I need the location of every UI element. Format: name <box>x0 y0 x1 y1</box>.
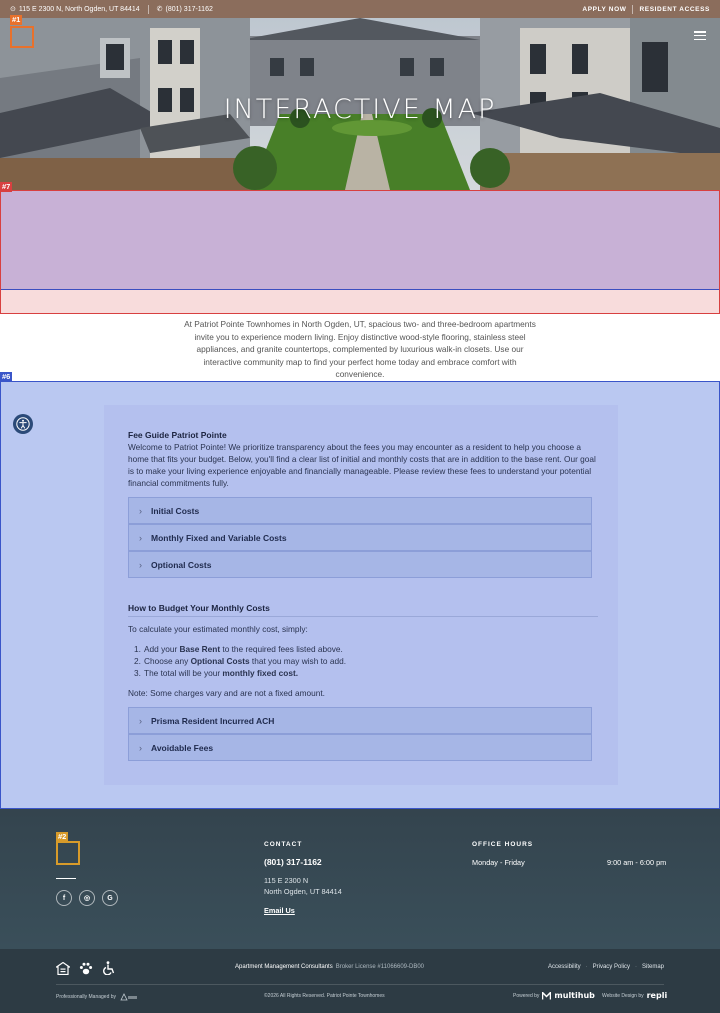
fee-guide-description: Welcome to Patriot Pointe! We prioritize… <box>128 442 596 488</box>
contact-heading: CONTACT <box>264 841 303 848</box>
chevron-right-icon: › <box>139 559 142 570</box>
phone-link[interactable]: ✆ (801) 317-1162 <box>157 5 213 13</box>
accessibility-icon <box>16 417 30 431</box>
sub-footer: Apartment Management Consultants Broker L… <box>0 949 720 1013</box>
accordion-monthly-costs[interactable]: › Monthly Fixed and Variable Costs <box>128 524 592 551</box>
intro-paragraph: At Patriot Pointe Townhomes in North Ogd… <box>184 319 536 380</box>
divider <box>632 4 634 14</box>
chevron-right-icon: › <box>139 505 142 516</box>
footer: f ◎ G CONTACT (801) 317-1162 115 E 2300 … <box>0 809 720 949</box>
list-item: 2. Choose any Optional Costs that you may… <box>134 656 346 666</box>
powered-by[interactable]: Powered by multihub <box>513 991 595 1000</box>
tag-badge-7: #7 <box>0 182 13 192</box>
hero-banner: INTERACTIVE MAP <box>0 18 720 190</box>
accessibility-link[interactable]: Accessibility <box>548 964 581 970</box>
logo[interactable] <box>10 26 34 48</box>
accordion-optional-costs[interactable]: › Optional Costs <box>128 551 592 578</box>
budget-steps: 1. Add your Base Rent to the required fee… <box>134 643 346 679</box>
legal-links: Accessibility · Privacy Policy · Sitemap <box>548 964 664 970</box>
chevron-right-icon: › <box>139 532 142 543</box>
facebook-icon[interactable]: f <box>56 890 72 906</box>
email-us-link[interactable]: Email Us <box>264 906 295 915</box>
divider <box>56 878 76 879</box>
separator: · <box>585 964 588 970</box>
tag-badge-1: #1 <box>10 15 23 25</box>
apply-now-link[interactable]: APPLY NOW <box>582 6 626 13</box>
map-controls-strip[interactable] <box>0 289 720 314</box>
budget-heading: How to Budget Your Monthly Costs <box>128 603 598 617</box>
phone-icon: ✆ <box>156 6 163 13</box>
accordion-prisma-ach[interactable]: › Prisma Resident Incurred ACH <box>128 707 592 734</box>
interactive-map[interactable] <box>0 190 720 289</box>
accessibility-button[interactable] <box>13 414 33 434</box>
page-title: INTERACTIVE MAP <box>223 94 497 125</box>
accordion-avoidable-fees[interactable]: › Avoidable Fees <box>128 734 592 761</box>
divider <box>147 4 149 14</box>
compliance-icons <box>56 961 116 975</box>
wheelchair-accessible-icon <box>103 961 115 975</box>
footer-address[interactable]: 115 E 2300 N North Ogden, UT 84414 <box>264 875 342 897</box>
privacy-policy-link[interactable]: Privacy Policy <box>593 964 630 970</box>
map-pin-icon: ⊙ <box>10 6 16 13</box>
tag-badge-6: #6 <box>0 372 13 382</box>
divider <box>56 984 664 985</box>
accordion-initial-costs[interactable]: › Initial Costs <box>128 497 592 524</box>
copyright: ©2026 All Rights Reserved. Patriot Point… <box>264 993 385 999</box>
equal-housing-icon <box>56 961 70 975</box>
chevron-right-icon: › <box>139 742 142 753</box>
instagram-icon[interactable]: ◎ <box>79 890 95 906</box>
chevron-right-icon: › <box>139 715 142 726</box>
resident-access-link[interactable]: RESIDENT ACCESS <box>639 6 710 13</box>
footer-logo[interactable] <box>56 841 80 865</box>
amc-logo-icon[interactable] <box>120 993 138 1001</box>
sitemap-link[interactable]: Sitemap <box>642 964 664 970</box>
multihub-logo-icon <box>542 991 552 999</box>
footer-phone-link[interactable]: (801) 317-1162 <box>264 857 322 867</box>
pet-friendly-icon <box>79 962 93 974</box>
managed-by: Professionally Managed by <box>56 993 138 1001</box>
list-item: 3. The total will be your monthly fixed c… <box>134 668 299 678</box>
tag-badge-2: #2 <box>56 832 69 842</box>
google-icon[interactable]: G <box>102 890 118 906</box>
office-hours-time: 9:00 am - 6:00 pm <box>607 858 667 867</box>
top-bar: ⊙ 115 E 2300 N, North Ogden, UT 84414 ✆ (8… <box>0 0 720 18</box>
list-item: 1. Add your Base Rent to the required fee… <box>134 644 343 654</box>
office-hours-days: Monday - Friday <box>472 858 525 867</box>
menu-icon[interactable] <box>694 31 706 40</box>
address-link[interactable]: ⊙ 115 E 2300 N, North Ogden, UT 84414 <box>10 5 140 13</box>
management-company: Apartment Management Consultants Broker L… <box>235 964 425 970</box>
budget-note: Note: Some charges vary and are not a fi… <box>128 688 325 698</box>
fee-guide-title: Fee Guide Patriot Pointe <box>128 430 227 440</box>
design-by[interactable]: Website Design by repli <box>602 991 667 1000</box>
separator: · <box>634 964 637 970</box>
budget-intro: To calculate your estimated monthly cost… <box>128 624 308 634</box>
office-hours-heading: OFFICE HOURS <box>472 841 534 848</box>
